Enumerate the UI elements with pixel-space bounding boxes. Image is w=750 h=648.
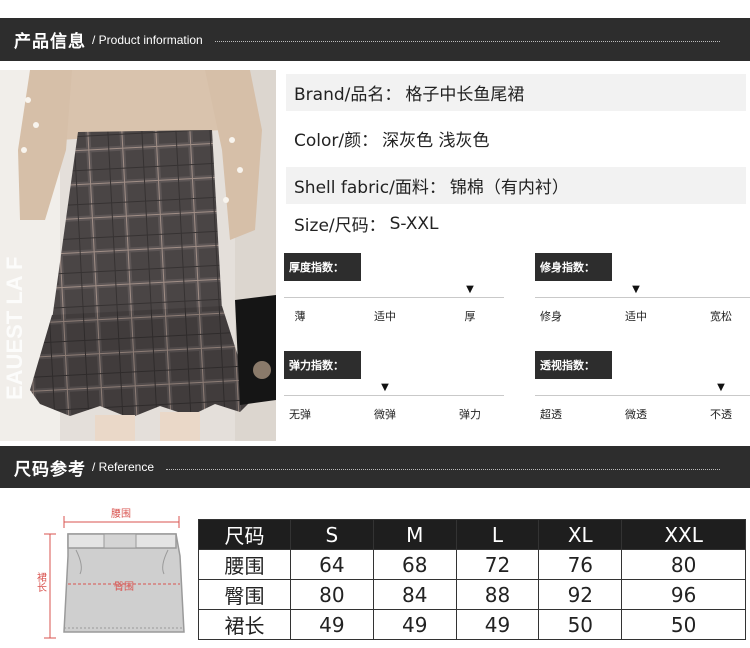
meter-marker-icon: ▼ [632, 284, 640, 295]
dotted-divider [214, 41, 720, 42]
info-label: Brand/品名： [294, 85, 402, 105]
table-header-cell: XL [538, 519, 623, 550]
info-label: Color/颜： [294, 131, 379, 151]
meter-marker-icon: ▼ [381, 382, 389, 393]
table-row: 裙长 49 49 49 50 50 [198, 609, 746, 640]
meter-line [535, 297, 750, 298]
meter-level: 无弹 [289, 408, 311, 421]
table-row-label: 腰围 [198, 549, 291, 580]
measurement-diagram: 腰围 裙长 臀围 [34, 504, 189, 644]
info-row-fabric: Shell fabric/面料： 锦棉（有内衬） [286, 167, 746, 204]
table-cell: 50 [538, 609, 623, 640]
table-cell: 80 [290, 579, 374, 610]
section-title-cn: 产品信息 [14, 32, 86, 52]
dotted-divider [166, 468, 720, 470]
meter-level: 微透 [625, 408, 647, 421]
section-title-en: / Product information [92, 32, 203, 47]
meter-level: 超透 [540, 408, 562, 421]
meter-title: 弹力指数： [284, 351, 361, 379]
table-header-row: 尺码 S M L XL XXL [198, 519, 746, 550]
info-value: 格子中长鱼尾裙 [405, 85, 525, 105]
meter-thickness: 厚度指数： ▼ 薄 适中 厚 [284, 253, 504, 323]
meter-fit: 修身指数： ▼ 修身 适中 宽松 [535, 253, 750, 323]
table-cell: 76 [538, 549, 623, 580]
info-value: S-XXL [389, 213, 439, 234]
meter-line [284, 395, 504, 396]
meter-elasticity: 弹力指数： ▼ 无弹 微弹 弹力 [284, 351, 504, 421]
meter-marker-icon: ▼ [466, 284, 474, 295]
info-label: Shell fabric/面料： [294, 178, 446, 198]
meter-level: 不透 [710, 408, 732, 421]
section-title-cn: 尺码参考 [14, 459, 86, 480]
table-cell: 84 [372, 579, 457, 610]
table-cell: 72 [455, 549, 540, 580]
size-table: 尺码 S M L XL XXL 腰围 64 68 72 76 80 臀围 80 … [198, 519, 746, 640]
info-label: Size/尺码： [294, 216, 386, 236]
table-cell: 64 [290, 549, 374, 580]
table-cell: 92 [538, 579, 623, 610]
meter-level: 弹力 [459, 408, 481, 421]
section-header-reference: 尺码参考 / Reference [0, 446, 750, 488]
meter-title: 修身指数： [535, 253, 612, 281]
meter-level: 微弹 [374, 408, 396, 421]
info-value: 深灰色 浅灰色 [382, 131, 490, 151]
meter-level: 宽松 [710, 310, 732, 323]
table-row: 臀围 80 84 88 92 96 [198, 579, 746, 610]
meter-line [535, 395, 750, 396]
meter-marker-icon: ▼ [717, 382, 725, 393]
table-header-cell: XXL [621, 519, 746, 550]
table-header-cell: M [372, 519, 457, 550]
section-title-en: / Reference [92, 460, 155, 474]
product-photo: EAUEST LA F [0, 70, 276, 441]
meter-line [284, 297, 504, 298]
table-cell: 96 [621, 579, 746, 610]
length-label: 裙长 [35, 571, 47, 592]
table-header-cell: S [290, 519, 374, 550]
info-row-size: Size/尺码： S-XXL [286, 205, 746, 242]
table-cell: 68 [372, 549, 457, 580]
table-cell: 49 [372, 609, 457, 640]
table-cell: 50 [621, 609, 746, 640]
meter-level: 适中 [625, 310, 647, 323]
table-row-label: 裙长 [198, 609, 291, 640]
table-cell: 80 [621, 549, 746, 580]
meter-level: 薄 [294, 310, 306, 323]
table-row: 腰围 64 68 72 76 80 [198, 549, 746, 580]
table-cell: 49 [455, 609, 540, 640]
meter-transparency: 透视指数： ▼ 超透 微透 不透 [535, 351, 750, 421]
table-header-cell: L [455, 519, 540, 550]
photo-watermark: EAUEST LA F [2, 257, 27, 400]
meter-title: 厚度指数： [284, 253, 361, 281]
table-cell: 49 [290, 609, 374, 640]
table-row-label: 臀围 [198, 579, 291, 610]
info-row-color: Color/颜： 深灰色 浅灰色 [286, 120, 746, 157]
meter-level: 修身 [540, 310, 562, 323]
table-cell: 88 [455, 579, 540, 610]
info-row-brand: Brand/品名： 格子中长鱼尾裙 [286, 74, 746, 111]
section-header-product-info: 产品信息 / Product information [0, 18, 750, 61]
waist-label: 腰围 [111, 508, 131, 520]
meter-title: 透视指数： [535, 351, 612, 379]
meter-level: 适中 [374, 310, 396, 323]
table-header-cell: 尺码 [198, 519, 291, 550]
meter-level: 厚 [464, 310, 476, 323]
info-value: 锦棉（有内衬） [449, 178, 569, 198]
hip-label: 臀围 [114, 581, 134, 593]
